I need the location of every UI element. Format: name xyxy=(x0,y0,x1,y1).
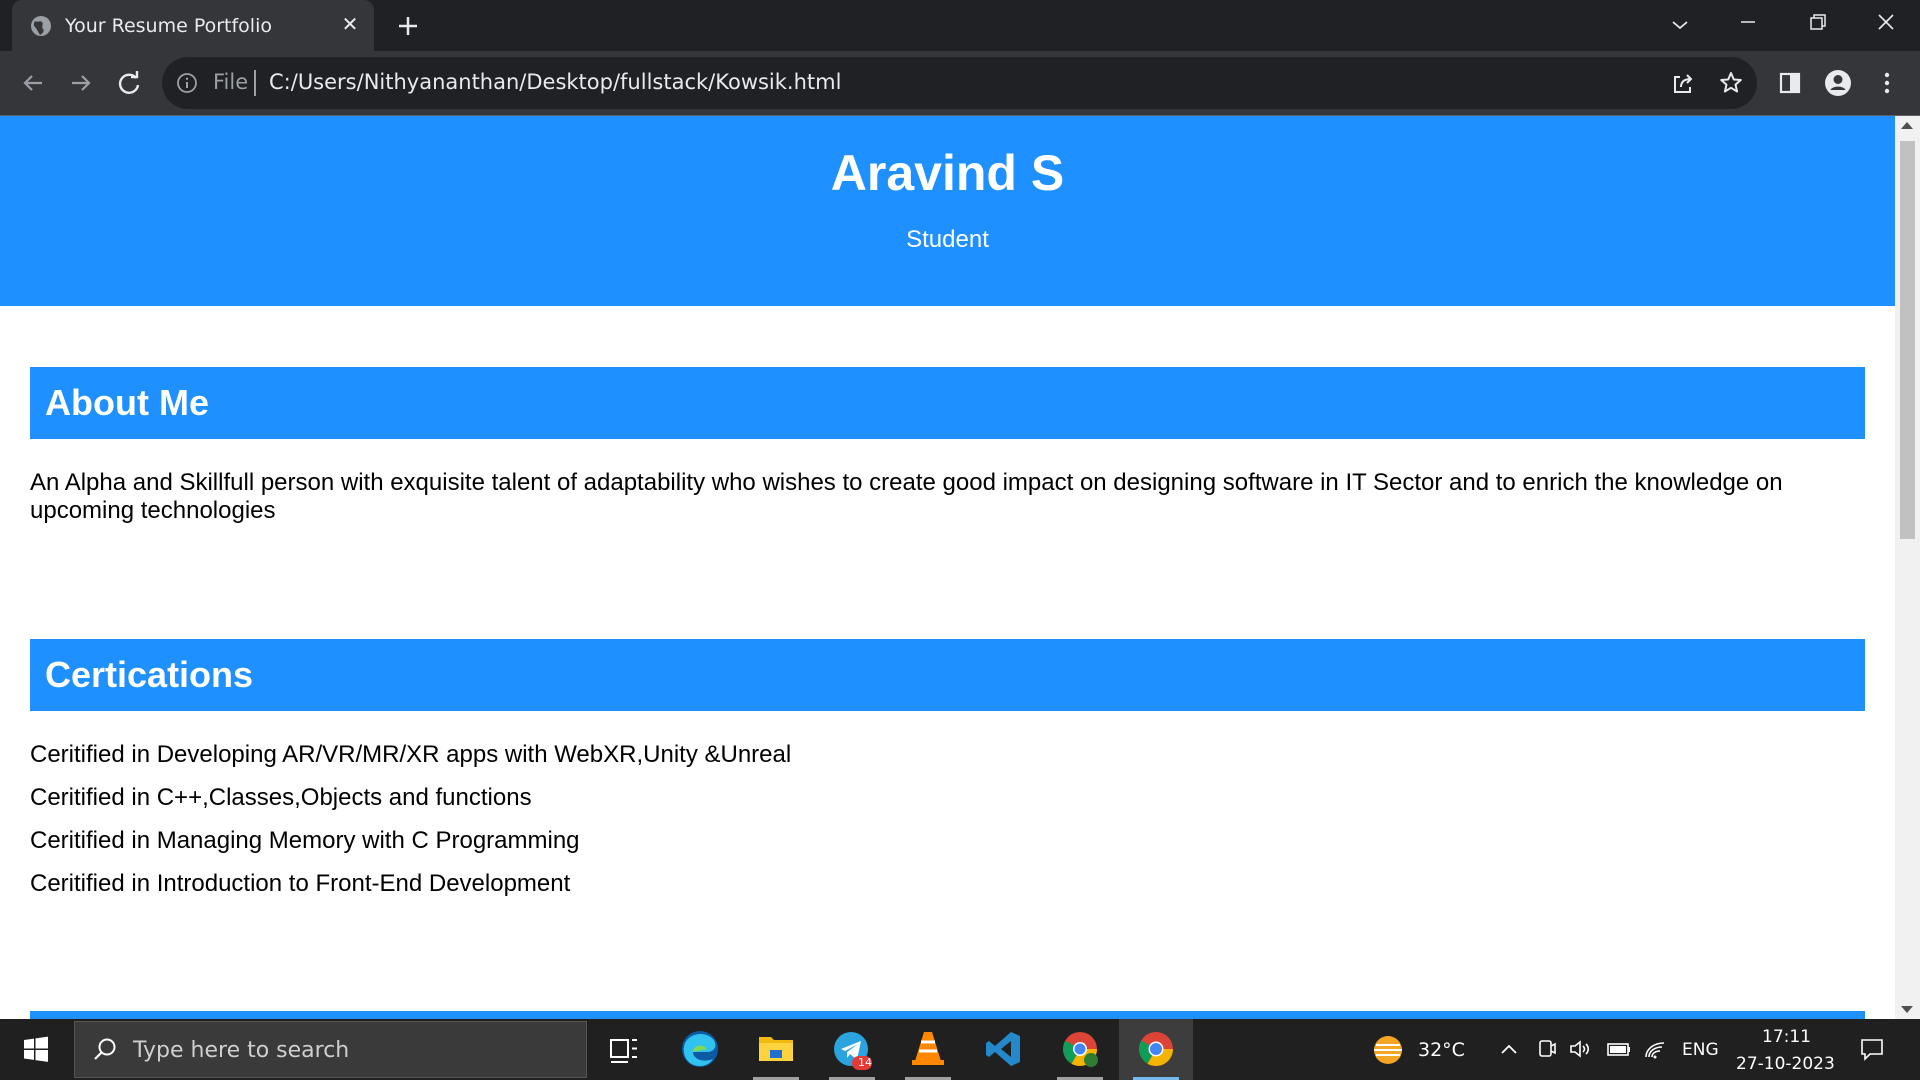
scrollbar-thumb[interactable] xyxy=(1900,141,1915,539)
certifications-heading: Certications xyxy=(30,639,1865,711)
certification-item: Ceritified in Managing Memory with C Pro… xyxy=(30,827,580,854)
chrome-profile-taskbar-button[interactable] xyxy=(1043,1019,1117,1080)
page-viewport: Aravind S Student About Me An Alpha and … xyxy=(0,116,1895,1019)
meet-now-icon[interactable] xyxy=(1535,1037,1559,1061)
restore-icon[interactable] xyxy=(1797,8,1837,42)
telegram-taskbar-button[interactable]: 14 xyxy=(815,1019,889,1080)
battery-icon[interactable] xyxy=(1605,1037,1633,1061)
about-text: An Alpha and Skillfull person with exqui… xyxy=(30,469,1783,524)
person-name: Aravind S xyxy=(830,145,1065,201)
scroll-up-arrow-icon[interactable] xyxy=(1901,122,1913,129)
certification-item: Ceritified in Introduction to Front-End … xyxy=(30,870,571,897)
edge-taskbar-button[interactable] xyxy=(663,1019,737,1080)
info-icon[interactable] xyxy=(176,72,198,94)
file-explorer-taskbar-button[interactable] xyxy=(739,1019,813,1080)
back-icon[interactable] xyxy=(16,66,50,100)
vscode-taskbar-button[interactable] xyxy=(967,1019,1041,1080)
tab-title: Your Resume Portfolio xyxy=(65,15,272,37)
edge-icon xyxy=(682,1031,718,1067)
search-icon xyxy=(94,1038,116,1060)
task-view-button[interactable] xyxy=(587,1019,661,1080)
certification-item: Ceritified in Developing AR/VR/MR/XR app… xyxy=(30,741,792,768)
show-hidden-icons-chevron-icon[interactable] xyxy=(1498,1039,1520,1061)
url-separator xyxy=(254,70,256,96)
tab-search-chevron-icon[interactable] xyxy=(1660,8,1700,42)
new-tab-icon[interactable] xyxy=(392,10,424,42)
language-indicator[interactable]: ENG xyxy=(1682,1040,1719,1060)
vscode-icon xyxy=(986,1032,1020,1066)
certification-item: Ceritified in C++,Classes,Objects and fu… xyxy=(30,784,532,811)
clock-date[interactable]: 27-10-2023 xyxy=(1736,1054,1835,1074)
url-text[interactable]: C:/Users/Nithyananthan/Desktop/fullstack… xyxy=(269,70,841,94)
vlc-taskbar-button[interactable] xyxy=(891,1019,965,1080)
bookmark-star-icon[interactable] xyxy=(1716,68,1746,98)
chrome-profile-icon xyxy=(1063,1032,1098,1067)
notifications-icon[interactable] xyxy=(1858,1035,1886,1063)
search-placeholder: Type here to search xyxy=(133,1038,350,1063)
about-heading: About Me xyxy=(30,367,1865,439)
person-role: Student xyxy=(906,226,989,253)
reload-icon[interactable] xyxy=(112,66,146,100)
share-icon[interactable] xyxy=(1668,68,1698,98)
chrome-icon xyxy=(1139,1032,1173,1066)
folder-icon xyxy=(759,1037,793,1061)
weather-icon[interactable] xyxy=(1370,1032,1406,1068)
minimize-icon[interactable] xyxy=(1728,8,1768,42)
close-tab-icon[interactable]: ✕ xyxy=(338,13,362,37)
network-icon[interactable] xyxy=(1642,1037,1668,1061)
globe-icon xyxy=(31,16,51,36)
chrome-taskbar-button[interactable] xyxy=(1119,1019,1193,1080)
forward-icon[interactable] xyxy=(64,66,98,100)
windows-start-icon[interactable] xyxy=(0,1019,72,1080)
windows-taskbar: Type here to search 14 32°C ENG 17:11 27… xyxy=(0,1019,1920,1080)
page-scrollbar[interactable] xyxy=(1895,116,1920,1019)
address-bar[interactable]: File C:/Users/Nithyananthan/Desktop/full… xyxy=(162,57,1757,109)
browser-tab-strip: Your Resume Portfolio ✕ xyxy=(0,0,1920,51)
volume-icon[interactable] xyxy=(1568,1037,1594,1061)
scroll-down-arrow-icon[interactable] xyxy=(1901,1006,1913,1013)
task-view-icon xyxy=(610,1039,637,1063)
browser-tab[interactable]: Your Resume Portfolio ✕ xyxy=(12,0,374,51)
telegram-icon xyxy=(834,1032,872,1070)
telegram-badge: 14 xyxy=(858,1056,872,1069)
url-scheme: File xyxy=(213,70,249,94)
side-panel-icon[interactable] xyxy=(1775,68,1805,98)
close-window-icon[interactable] xyxy=(1866,8,1906,42)
profile-icon[interactable] xyxy=(1823,68,1853,98)
taskbar-search-box[interactable]: Type here to search xyxy=(74,1021,587,1078)
vlc-icon xyxy=(912,1032,944,1065)
weather-temperature[interactable]: 32°C xyxy=(1418,1039,1465,1061)
next-section-heading xyxy=(30,1011,1865,1019)
menu-dots-icon[interactable] xyxy=(1872,68,1902,98)
clock-time[interactable]: 17:11 xyxy=(1762,1027,1811,1047)
resume-header: Aravind S Student xyxy=(0,116,1895,306)
